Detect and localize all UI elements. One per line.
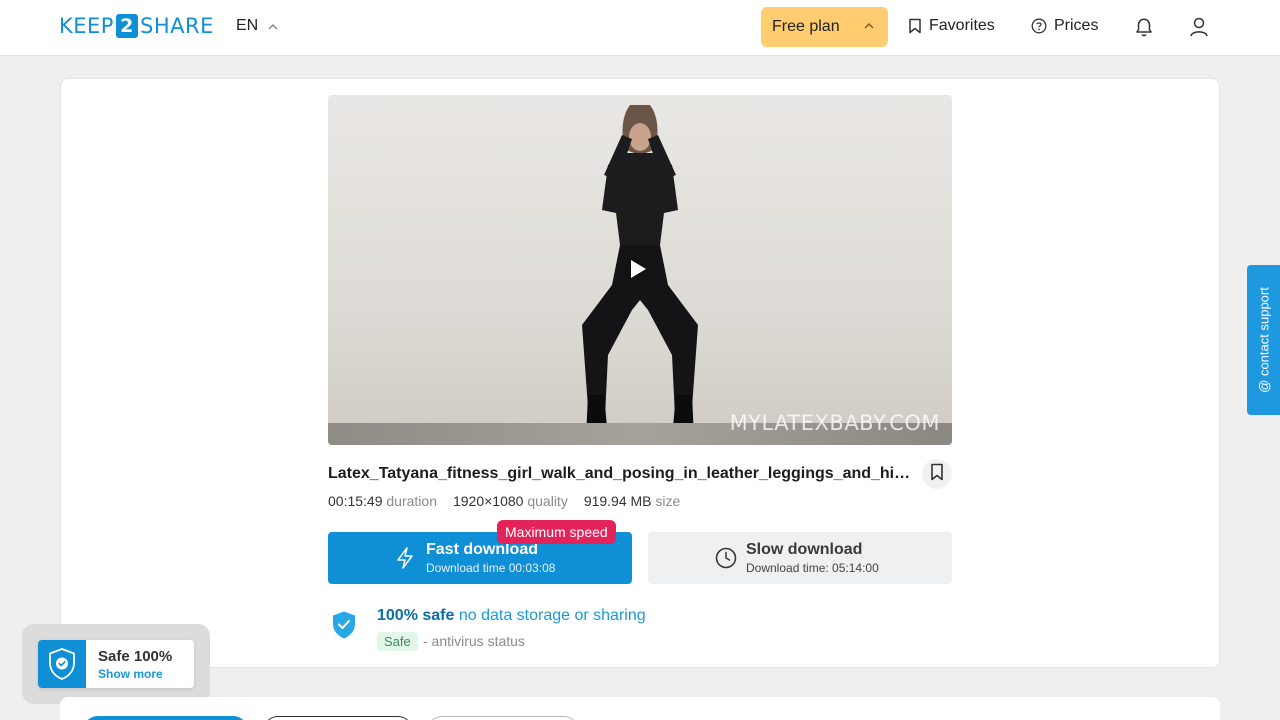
duration-value: 00:15:49 <box>328 493 383 509</box>
fast-download-time: Download time 00:03:08 <box>426 561 556 575</box>
duration-label: duration <box>386 493 437 509</box>
antivirus-safe-badge: Safe <box>377 632 418 651</box>
chevron-up-icon <box>268 19 278 33</box>
logo-number: 2 <box>115 14 138 38</box>
notifications-bell-icon[interactable] <box>1131 14 1157 40</box>
shield-check-icon <box>331 610 357 645</box>
language-selector[interactable]: EN <box>236 17 278 35</box>
contact-support-label: @ contact support <box>1256 287 1271 393</box>
size-info: 919.94 MB size <box>584 493 681 509</box>
antivirus-status-label: - antivirus status <box>423 633 525 649</box>
plan-label: Free plan <box>772 18 840 35</box>
contact-support-tab[interactable]: @ contact support <box>1247 265 1280 415</box>
quality-value: 1920×1080 <box>452 493 524 509</box>
user-account-icon[interactable] <box>1186 14 1212 40</box>
site-logo[interactable]: KEEP 2 SHARE <box>59 14 214 38</box>
language-label: EN <box>236 17 259 34</box>
safe-popup-title: Safe 100% <box>98 648 173 665</box>
size-value: 919.94 MB <box>583 493 652 509</box>
question-icon <box>1031 18 1047 34</box>
lightning-icon <box>394 546 416 575</box>
logo-text-right: SHARE <box>139 14 214 38</box>
bookmark-icon <box>908 18 922 34</box>
prices-label: Prices <box>1054 17 1099 34</box>
plan-button[interactable]: Free plan <box>761 7 888 47</box>
safety-strong: 100% safe <box>377 607 455 624</box>
logo-text-left: KEEP <box>59 14 114 38</box>
prices-link[interactable]: Prices <box>1031 17 1098 35</box>
chevron-up-icon <box>864 18 874 32</box>
section-tab-3[interactable] <box>427 716 579 720</box>
quality-label: quality <box>527 493 568 509</box>
duration-info: 00:15:49 duration <box>328 493 437 509</box>
top-header: KEEP 2 SHARE EN Free plan Favorites Pric… <box>0 0 1280 56</box>
file-title: Latex_Tatyana_fitness_girl_walk_and_posi… <box>328 465 918 482</box>
play-icon[interactable] <box>631 260 646 278</box>
video-watermark: MYLATEXBABY.COM <box>729 411 940 435</box>
favorites-label: Favorites <box>929 17 995 34</box>
quality-info: 1920×1080 quality <box>453 493 568 509</box>
favorites-link[interactable]: Favorites <box>908 17 995 35</box>
maximum-speed-badge: Maximum speed <box>497 520 616 544</box>
section-tab-2[interactable] <box>263 716 413 720</box>
safe-popup[interactable]: Safe 100% Show more <box>38 640 194 688</box>
slow-download-button[interactable]: Slow download Download time: 05:14:00 <box>648 532 952 584</box>
section-tab-1[interactable] <box>83 716 248 720</box>
show-more-link[interactable]: Show more <box>98 667 163 681</box>
bookmark-icon <box>930 463 944 486</box>
clock-icon <box>714 546 738 575</box>
safety-rest: no data storage or sharing <box>458 607 646 624</box>
video-preview[interactable]: MYLATEXBABY.COM <box>328 95 952 445</box>
file-meta: 00:15:49 duration 1920×1080 quality 919.… <box>328 493 680 509</box>
shield-check-icon <box>38 640 86 688</box>
safety-statement: 100% safe no data storage or sharing <box>377 607 646 625</box>
size-label: size <box>655 493 681 509</box>
add-to-favorites-button[interactable] <box>922 459 952 489</box>
slow-download-time: Download time: 05:14:00 <box>746 561 879 575</box>
slow-download-label: Slow download <box>746 541 863 558</box>
